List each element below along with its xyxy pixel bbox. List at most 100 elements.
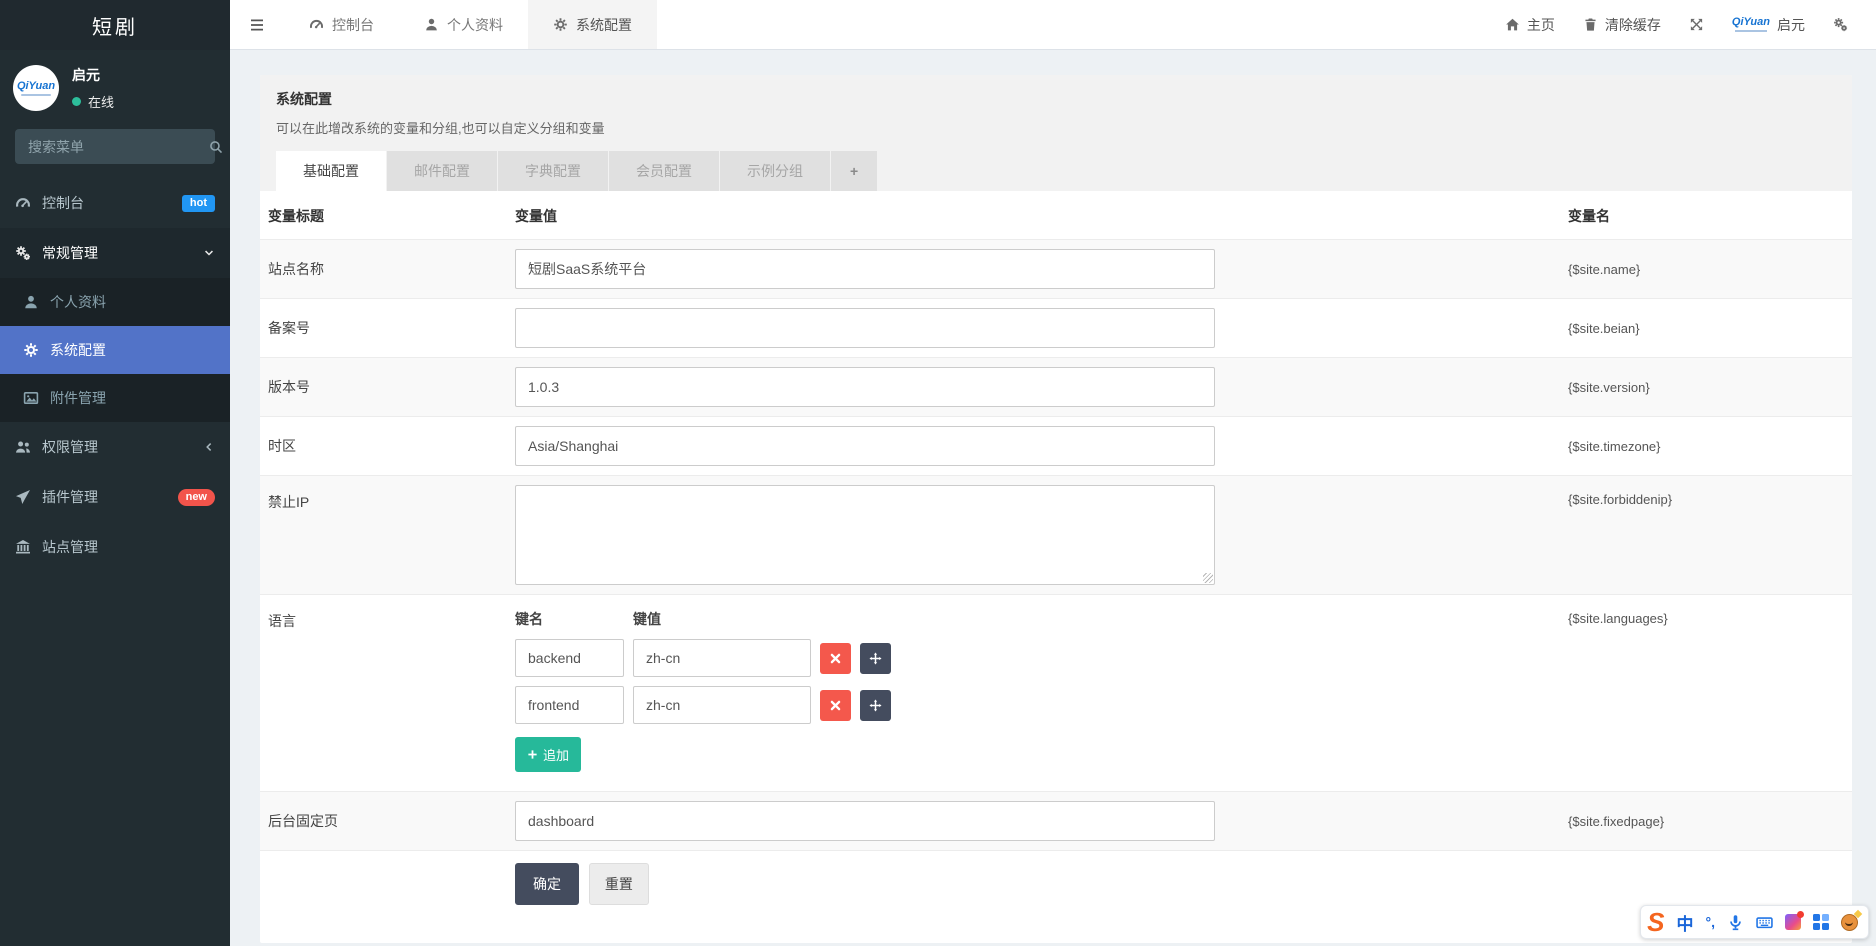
ime-mode-toggle[interactable]: 中 bbox=[1677, 910, 1694, 935]
row-var-name: {$site.version} bbox=[1560, 358, 1852, 417]
avatar[interactable]: QiYuan bbox=[13, 65, 59, 111]
user-icon bbox=[424, 17, 439, 32]
table-row-version: 版本号 {$site.version} bbox=[260, 358, 1852, 417]
resize-handle[interactable] bbox=[1203, 573, 1213, 583]
clear-cache-button[interactable]: 清除缓存 bbox=[1569, 0, 1675, 50]
user-icon bbox=[23, 294, 39, 310]
ime-punctuation-toggle[interactable]: °, bbox=[1706, 914, 1716, 930]
ime-toolbar: S 中 °, bbox=[1640, 905, 1869, 939]
timezone-input[interactable] bbox=[515, 426, 1215, 466]
sidebar-item-auth[interactable]: 权限管理 bbox=[0, 422, 230, 472]
table-row-beian: 备案号 {$site.beian} bbox=[260, 299, 1852, 358]
panel-body: 变量标题 变量值 变量名 站点名称 {$site.name} 备案号 {$sit bbox=[260, 191, 1852, 943]
row-var-name: {$site.name} bbox=[1560, 240, 1852, 299]
sidebar-menu: 控制台 hot 常规管理 个人资料 系统配置 附件管理 bbox=[0, 178, 230, 572]
topbar: 控制台 个人资料 系统配置 主页 清除缓存 QiYuan 启元 bbox=[230, 0, 1876, 50]
append-button[interactable]: 追加 bbox=[515, 737, 581, 772]
topbar-tabs: 控制台 个人资料 系统配置 bbox=[284, 0, 657, 49]
sidebar-item-label: 站点管理 bbox=[42, 537, 98, 557]
gears-icon bbox=[15, 245, 31, 261]
lang-value-input[interactable] bbox=[633, 686, 811, 724]
home-button[interactable]: 主页 bbox=[1491, 0, 1569, 50]
row-var-name: {$site.fixedpage} bbox=[1560, 792, 1852, 851]
fullscreen-button[interactable] bbox=[1675, 0, 1718, 50]
row-label: 站点名称 bbox=[260, 240, 507, 299]
submit-button[interactable]: 确定 bbox=[515, 863, 579, 905]
beian-input[interactable] bbox=[515, 308, 1215, 348]
lang-key-input[interactable] bbox=[515, 686, 624, 724]
image-icon bbox=[23, 390, 39, 406]
row-label: 语言 bbox=[260, 595, 507, 792]
row-var-name: {$site.beian} bbox=[1560, 299, 1852, 358]
row-label: 禁止IP bbox=[260, 476, 507, 595]
keyboard-icon[interactable] bbox=[1756, 914, 1773, 931]
tab-profile[interactable]: 个人资料 bbox=[399, 0, 528, 49]
tab-mail-config[interactable]: 邮件配置 bbox=[387, 151, 497, 191]
drag-row-button[interactable] bbox=[860, 690, 891, 721]
page-subtitle: 可以在此增改系统的变量和分组,也可以自定义分组和变量 bbox=[276, 118, 1836, 151]
search-icon[interactable] bbox=[209, 140, 223, 154]
row-var-name: {$site.timezone} bbox=[1560, 417, 1852, 476]
send-icon bbox=[15, 489, 31, 505]
tab-label: 系统配置 bbox=[576, 15, 632, 35]
sidebar-group-general: 常规管理 个人资料 系统配置 附件管理 bbox=[0, 228, 230, 422]
mic-icon[interactable] bbox=[1727, 914, 1744, 931]
table-row-fixed-page: 后台固定页 {$site.fixedpage} bbox=[260, 792, 1852, 851]
tab-label: 个人资料 bbox=[447, 15, 503, 35]
tab-member-config[interactable]: 会员配置 bbox=[609, 151, 719, 191]
row-label: 后台固定页 bbox=[260, 792, 507, 851]
lang-key-input[interactable] bbox=[515, 639, 624, 677]
ime-emoji-icon[interactable] bbox=[1841, 914, 1858, 931]
forbidden-ip-textarea[interactable] bbox=[515, 485, 1215, 585]
row-label: 版本号 bbox=[260, 358, 507, 417]
delete-row-button[interactable] bbox=[820, 690, 851, 721]
trash-icon bbox=[1583, 17, 1598, 32]
ime-apps-grid-icon[interactable] bbox=[1813, 914, 1829, 930]
hamburger-icon bbox=[249, 17, 265, 33]
sidebar-item-general[interactable]: 常规管理 bbox=[0, 228, 230, 278]
reset-button[interactable]: 重置 bbox=[589, 863, 649, 905]
site-name-input[interactable] bbox=[515, 249, 1215, 289]
table-row-forbidden-ip: 禁止IP {$site.forbiddenip} bbox=[260, 476, 1852, 595]
sidebar-item-profile[interactable]: 个人资料 bbox=[0, 278, 230, 326]
brand-logo[interactable]: 短剧 bbox=[0, 0, 230, 50]
tab-dictionary-config[interactable]: 字典配置 bbox=[498, 151, 608, 191]
delete-row-button[interactable] bbox=[820, 643, 851, 674]
config-tabs: 基础配置 邮件配置 字典配置 会员配置 示例分组 + bbox=[276, 151, 1836, 191]
avatar-text: QiYuan bbox=[17, 80, 55, 92]
search-input[interactable] bbox=[28, 139, 209, 155]
sidebar-item-label: 附件管理 bbox=[50, 388, 106, 408]
menu-search bbox=[15, 129, 215, 164]
tab-example-group[interactable]: 示例分组 bbox=[720, 151, 830, 191]
user-menu[interactable]: QiYuan 启元 bbox=[1718, 0, 1819, 50]
append-label: 追加 bbox=[543, 745, 569, 764]
home-label: 主页 bbox=[1527, 15, 1555, 35]
sidebar-item-config[interactable]: 系统配置 bbox=[0, 326, 230, 374]
page-title: 系统配置 bbox=[276, 89, 1836, 109]
ime-skin-icon[interactable] bbox=[1785, 914, 1801, 930]
sidebar-item-site[interactable]: 站点管理 bbox=[0, 522, 230, 572]
drag-row-button[interactable] bbox=[860, 643, 891, 674]
sidebar-item-label: 个人资料 bbox=[50, 292, 106, 312]
tab-config[interactable]: 系统配置 bbox=[528, 0, 657, 49]
tab-basic-config[interactable]: 基础配置 bbox=[276, 151, 386, 191]
gauge-icon bbox=[15, 195, 31, 211]
settings-button[interactable] bbox=[1819, 0, 1862, 50]
sidebar-submenu: 个人资料 系统配置 附件管理 bbox=[0, 278, 230, 422]
sidebar-item-console[interactable]: 控制台 hot bbox=[0, 178, 230, 228]
x-icon bbox=[829, 652, 842, 665]
tab-console[interactable]: 控制台 bbox=[284, 0, 399, 49]
avatar-subtext bbox=[21, 94, 51, 96]
gear-icon bbox=[553, 17, 568, 32]
fixed-page-input[interactable] bbox=[515, 801, 1215, 841]
lang-value-input[interactable] bbox=[633, 639, 811, 677]
version-input[interactable] bbox=[515, 367, 1215, 407]
sidebar-toggle-button[interactable] bbox=[230, 0, 284, 49]
sidebar-item-attachment[interactable]: 附件管理 bbox=[0, 374, 230, 422]
add-group-tab[interactable]: + bbox=[831, 151, 877, 191]
sogou-logo-icon[interactable]: S bbox=[1647, 907, 1664, 937]
panel-heading: 系统配置 可以在此增改系统的变量和分组,也可以自定义分组和变量 基础配置 邮件配… bbox=[260, 75, 1852, 191]
sidebar-item-addon[interactable]: 插件管理 new bbox=[0, 472, 230, 522]
kv-row-backend bbox=[515, 639, 1552, 677]
topbar-right: 主页 清除缓存 QiYuan 启元 bbox=[1491, 0, 1876, 49]
